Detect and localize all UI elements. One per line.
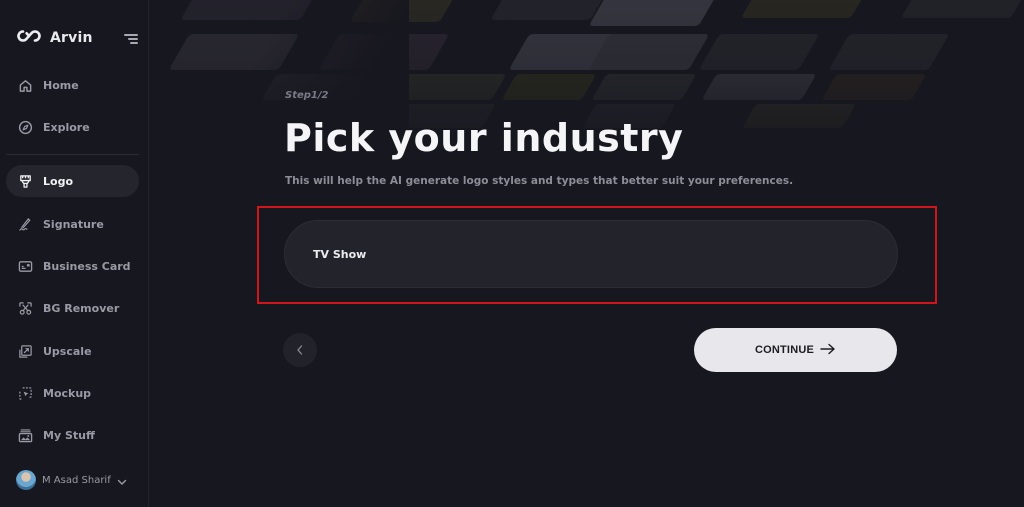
mockup-icon	[17, 385, 33, 401]
continue-button[interactable]: CONTINUE	[694, 328, 897, 372]
sidebar-item-label: Home	[43, 78, 79, 92]
user-name: M Asad Sharif	[42, 474, 111, 486]
sidebar: Arvin Home Explore Logo Signature Busine…	[0, 0, 149, 507]
sidebar-item-upscale[interactable]: Upscale	[6, 335, 139, 367]
chevron-down-icon	[117, 471, 127, 490]
app: Arvin Home Explore Logo Signature Busine…	[0, 0, 1024, 507]
compass-icon	[17, 119, 33, 135]
sidebar-item-mockup[interactable]: Mockup	[6, 377, 139, 409]
sidebar-item-logo[interactable]: Logo	[6, 165, 139, 197]
step-indicator: Step1/2	[285, 90, 329, 101]
sidebar-item-label: Explore	[43, 120, 90, 134]
sidebar-item-explore[interactable]: Explore	[6, 111, 139, 143]
upscale-icon	[17, 343, 33, 359]
home-icon	[17, 77, 33, 93]
industry-select[interactable]: TV Show	[284, 220, 898, 288]
sidebar-item-my-stuff[interactable]: My Stuff	[6, 419, 139, 451]
sidebar-divider	[6, 154, 139, 155]
brand[interactable]: Arvin	[16, 28, 93, 47]
image-folder-icon	[17, 427, 33, 443]
sidebar-item-label: Mockup	[43, 386, 92, 400]
sidebar-item-signature[interactable]: Signature	[6, 208, 139, 240]
sidebar-item-home[interactable]: Home	[6, 69, 139, 101]
page-title: Pick your industry	[284, 116, 684, 160]
sidebar-item-label: BG Remover	[43, 301, 120, 315]
sidebar-item-bg-remover[interactable]: BG Remover	[6, 292, 139, 324]
arrow-right-icon	[820, 343, 836, 358]
sidebar-item-label: My Stuff	[43, 428, 95, 442]
infinity-logo-icon	[16, 28, 42, 47]
continue-label: CONTINUE	[754, 344, 815, 356]
sidebar-item-label: Business Card	[43, 259, 131, 273]
sidebar-item-business-card[interactable]: Business Card	[6, 250, 139, 282]
menu-toggle-icon[interactable]	[124, 34, 138, 46]
industry-value: TV Show	[313, 247, 367, 261]
signature-icon	[17, 216, 33, 232]
back-button[interactable]	[283, 333, 317, 367]
page-subtitle: This will help the AI generate logo styl…	[285, 175, 794, 187]
chevron-left-icon	[296, 341, 304, 360]
sidebar-item-label: Logo	[43, 174, 73, 188]
sidebar-item-label: Upscale	[43, 344, 92, 358]
brush-icon	[17, 173, 33, 189]
user-menu[interactable]: M Asad Sharif	[16, 470, 127, 490]
main-content: Step1/2 Pick your industry This will hel…	[149, 0, 1024, 507]
business-card-icon	[17, 258, 33, 274]
brand-name: Arvin	[50, 29, 93, 46]
scissors-icon	[17, 300, 33, 316]
avatar	[16, 470, 36, 490]
sidebar-item-label: Signature	[43, 217, 104, 231]
